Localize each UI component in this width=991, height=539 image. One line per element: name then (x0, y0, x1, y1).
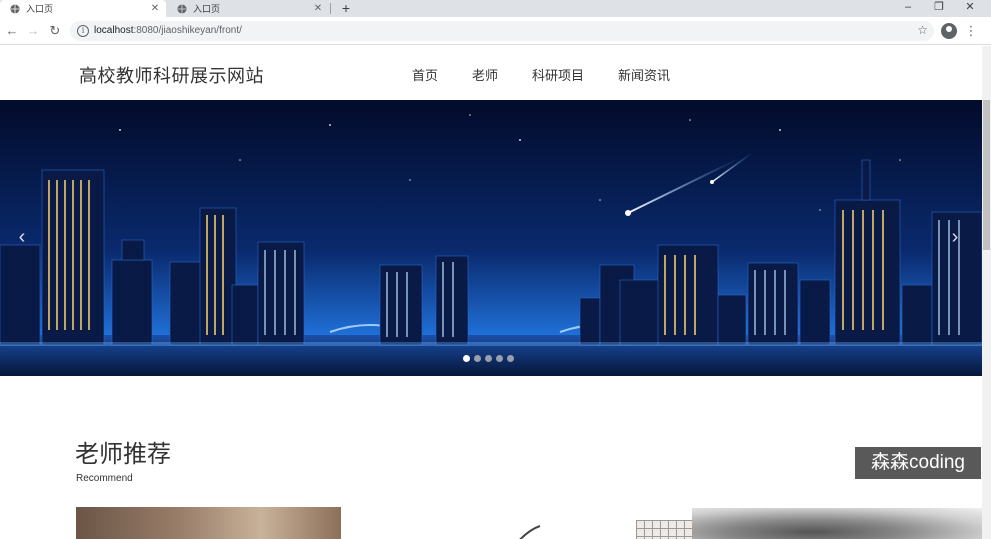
carousel-dot-5[interactable] (507, 355, 514, 362)
recommend-section-title: 老师推荐 (75, 441, 171, 468)
nav-item-news[interactable]: 新闻资讯 (618, 65, 670, 84)
city-night-banner-image (0, 100, 982, 376)
info-icon[interactable]: i (77, 25, 89, 37)
browser-tab-inactive[interactable]: 入口页 ✕ (167, 0, 329, 17)
url-host: localhost (94, 25, 134, 36)
teacher-card-image[interactable] (76, 507, 341, 539)
globe-icon (10, 4, 20, 13)
nav-item-home[interactable]: 首页 (412, 65, 438, 84)
address-bar[interactable]: i localhost:8080/jiaoshikeyan/front/ ☆ (70, 21, 934, 41)
video-watermark: 森森coding (855, 447, 981, 479)
teacher-card-image[interactable] (692, 508, 991, 539)
tab-title: 入口页 (193, 4, 221, 14)
carousel-indicators (463, 355, 518, 362)
site-header: 高校教师科研展示网站 首页 老师 科研项目 新闻资讯 (0, 46, 982, 100)
reload-icon[interactable]: ↻ (45, 21, 65, 41)
nav-item-teachers[interactable]: 老师 (472, 65, 498, 84)
carousel-dot-4[interactable] (496, 355, 503, 362)
profile-avatar-icon[interactable] (941, 23, 957, 39)
teacher-card-image[interactable] (508, 516, 548, 539)
carousel-prev-button[interactable]: ‹ (12, 224, 32, 252)
banner-carousel[interactable]: ‹ › (0, 100, 982, 376)
browser-toolbar: ← → ↻ i localhost:8080/jiaoshikeyan/fron… (0, 17, 991, 45)
site-brand[interactable]: 高校教师科研展示网站 (79, 62, 264, 88)
tab-divider (330, 3, 331, 14)
new-tab-button[interactable]: + (338, 0, 354, 17)
scrollbar-thumb[interactable] (983, 100, 990, 250)
globe-icon (177, 4, 187, 13)
teacher-card-image[interactable] (636, 520, 696, 539)
main-nav: 首页 老师 科研项目 新闻资讯 (412, 65, 704, 84)
restore-button[interactable]: ❐ (924, 0, 954, 17)
browser-tab-active[interactable]: 入口页 ✕ (0, 0, 166, 17)
back-icon[interactable]: ← (2, 21, 22, 41)
close-window-button[interactable]: ✕ (955, 0, 985, 17)
recommend-section-subtitle: Recommend (76, 473, 133, 484)
tab-title: 入口页 (26, 4, 54, 14)
url-text[interactable]: localhost:8080/jiaoshikeyan/front/ (94, 25, 242, 36)
carousel-dot-2[interactable] (474, 355, 481, 362)
page-scrollbar[interactable] (982, 46, 991, 539)
web-page: 高校教师科研展示网站 首页 老师 科研项目 新闻资讯 ‹ › 老师推荐 Reco… (0, 46, 991, 539)
carousel-dot-1[interactable] (463, 355, 470, 362)
minimize-button[interactable]: – (893, 0, 923, 17)
carousel-next-button[interactable]: › (945, 224, 965, 252)
forward-icon[interactable]: → (23, 21, 43, 41)
nav-item-research-projects[interactable]: 科研项目 (532, 65, 584, 84)
bookmark-star-icon[interactable]: ☆ (917, 23, 928, 37)
carousel-dot-3[interactable] (485, 355, 492, 362)
close-tab-icon[interactable]: ✕ (148, 3, 162, 14)
close-tab-icon[interactable]: ✕ (311, 3, 325, 14)
url-path: :8080/jiaoshikeyan/front/ (133, 25, 242, 36)
menu-kebab-icon[interactable]: ⋮ (964, 22, 978, 40)
browser-tab-bar: 入口页 ✕ 入口页 ✕ + – ❐ ✕ (0, 0, 991, 17)
